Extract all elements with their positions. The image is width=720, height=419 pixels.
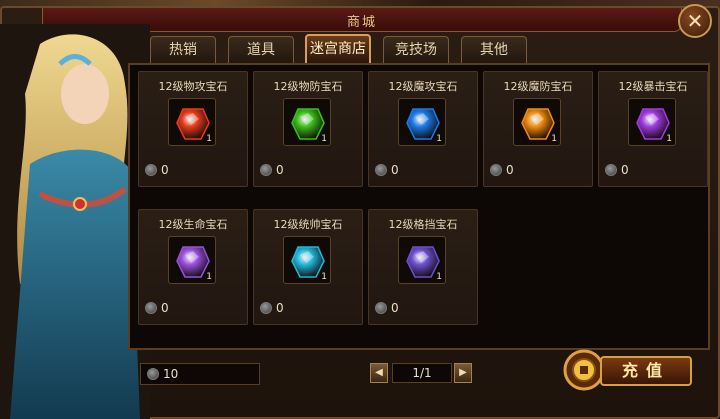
item-quantity: 1: [321, 272, 327, 282]
tab-items[interactable]: 道具: [228, 36, 294, 63]
tab-other[interactable]: 其他: [461, 36, 527, 63]
item-price: 0: [490, 163, 588, 177]
gem-slot[interactable]: 1: [628, 98, 676, 146]
item-name: 12级魔防宝石: [503, 80, 573, 93]
price-value: 0: [276, 163, 284, 177]
coin-icon: [375, 164, 387, 176]
price-value: 0: [391, 163, 399, 177]
price-value: 0: [621, 163, 629, 177]
tab-arena[interactable]: 竞技场: [383, 36, 449, 63]
item-name: 12级生命宝石: [158, 218, 228, 231]
item-grid: 12级物攻宝石 1 0 12级物防宝石 1 0 12级魔攻宝石 1 0 12级魔防宝石 1 0 12级暴…: [128, 63, 710, 350]
shop-item-card[interactable]: 12级统帅宝石 1 0: [253, 209, 363, 325]
gem-slot[interactable]: 1: [168, 236, 216, 284]
item-price: 0: [260, 301, 358, 315]
tab-hot[interactable]: 热销: [150, 36, 216, 63]
item-quantity: 1: [206, 134, 212, 144]
item-name: 12级物防宝石: [273, 80, 343, 93]
item-price: 0: [260, 163, 358, 177]
item-quantity: 1: [666, 134, 672, 144]
chevron-left-icon: ◀: [375, 367, 383, 378]
shop-item-card[interactable]: 12级暴击宝石 1 0: [598, 71, 708, 187]
gem-slot[interactable]: 1: [283, 236, 331, 284]
item-price: 0: [605, 163, 703, 177]
item-price: 0: [375, 163, 473, 177]
close-icon: ✕: [686, 9, 704, 33]
coin-icon: [145, 164, 157, 176]
tab-maze-shop[interactable]: 迷宫商店: [305, 34, 371, 63]
price-value: 0: [276, 301, 284, 315]
gem-slot[interactable]: 1: [398, 98, 446, 146]
coin-icon: [145, 302, 157, 314]
coin-icon: [260, 164, 272, 176]
recharge-label: 充值: [600, 356, 692, 386]
coin-icon: [490, 164, 502, 176]
shop-item-card[interactable]: 12级魔防宝石 1 0: [483, 71, 593, 187]
coin-icon: [260, 302, 272, 314]
item-name: 12级魔攻宝石: [388, 80, 458, 93]
item-price: 0: [145, 301, 243, 315]
shop-item-card[interactable]: 12级物攻宝石 1 0: [138, 71, 248, 187]
price-value: 0: [161, 301, 169, 315]
item-quantity: 1: [206, 272, 212, 282]
coin-icon: [147, 368, 159, 380]
prev-page-button[interactable]: ◀: [370, 363, 388, 383]
item-name: 12级暴击宝石: [618, 80, 688, 93]
coin-icon: [375, 302, 387, 314]
shop-item-card[interactable]: 12级格挡宝石 1 0: [368, 209, 478, 325]
item-quantity: 1: [321, 134, 327, 144]
shop-item-card[interactable]: 12级魔攻宝石 1 0: [368, 71, 478, 187]
item-price: 0: [145, 163, 243, 177]
item-quantity: 1: [551, 134, 557, 144]
item-quantity: 1: [436, 272, 442, 282]
shop-item-card[interactable]: 12级生命宝石 1 0: [138, 209, 248, 325]
next-page-button[interactable]: ▶: [454, 363, 472, 383]
coin-icon: [605, 164, 617, 176]
currency-balance: 10: [140, 363, 260, 385]
price-value: 0: [391, 301, 399, 315]
item-name: 12级统帅宝石: [273, 218, 343, 231]
item-name: 12级物攻宝石: [158, 80, 228, 93]
shop-item-card[interactable]: 12级物防宝石 1 0: [253, 71, 363, 187]
price-value: 0: [506, 163, 514, 177]
gem-slot[interactable]: 1: [168, 98, 216, 146]
close-button[interactable]: ✕: [678, 4, 712, 38]
item-quantity: 1: [436, 134, 442, 144]
chevron-right-icon: ▶: [459, 367, 467, 378]
item-price: 0: [375, 301, 473, 315]
gem-slot[interactable]: 1: [398, 236, 446, 284]
page-indicator: 1/1: [392, 363, 452, 383]
balance-value: 10: [163, 367, 179, 381]
price-value: 0: [161, 163, 169, 177]
gem-slot[interactable]: 1: [283, 98, 331, 146]
recharge-button[interactable]: 充值: [562, 348, 694, 392]
item-name: 12级格挡宝石: [388, 218, 458, 231]
gem-slot[interactable]: 1: [513, 98, 561, 146]
